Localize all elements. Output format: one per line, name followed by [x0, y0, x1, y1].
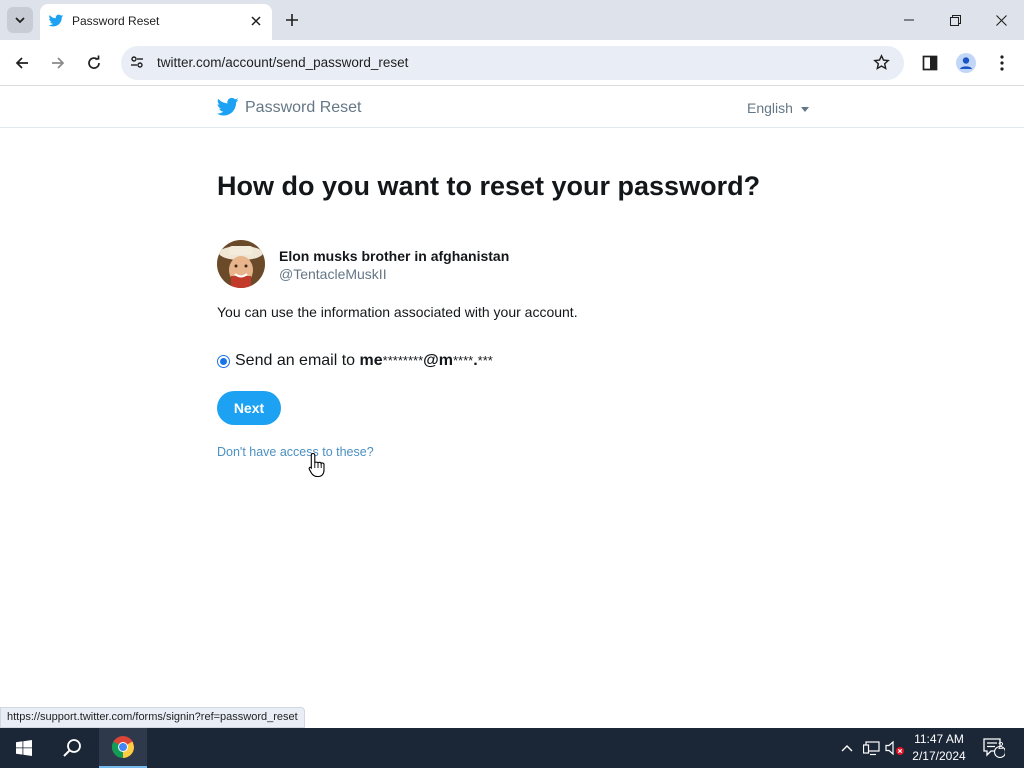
reload-icon [88, 55, 100, 69]
hand-cursor-icon [308, 452, 326, 483]
browser-toolbar: twitter.com/account/send_password_reset [0, 40, 1024, 86]
start-button[interactable] [0, 728, 48, 768]
close-tab-icon[interactable] [248, 13, 264, 29]
url-text: twitter.com/account/send_password_reset [157, 55, 409, 70]
minimize-icon [904, 19, 914, 21]
bookmark-star-icon[interactable] [873, 54, 890, 76]
search-icon [63, 739, 81, 757]
profile-avatar-icon [956, 53, 976, 73]
link-status-bubble: https://support.twitter.com/forms/signin… [0, 707, 305, 728]
site-header: Password Reset English [0, 87, 1024, 128]
windows-logo-icon [16, 740, 32, 756]
windows-taskbar: 11:47 AM 2/17/2024 2 [0, 728, 1024, 768]
active-tab[interactable]: Password Reset [40, 4, 272, 40]
close-window-button[interactable] [978, 0, 1024, 40]
clock[interactable]: 11:47 AM 2/17/2024 [903, 731, 975, 765]
forward-button[interactable] [46, 51, 70, 75]
account-display-name: Elon musks brother in afghanistan [279, 248, 510, 264]
taskbar-chrome-button[interactable] [99, 728, 147, 768]
tab-title: Password Reset [72, 14, 160, 28]
back-button[interactable] [10, 51, 34, 75]
profile-button[interactable] [954, 51, 978, 75]
twitter-logo-icon[interactable] [216, 97, 239, 122]
address-bar[interactable]: twitter.com/account/send_password_reset [121, 46, 904, 80]
page-title: How do you want to reset your password? [217, 171, 761, 201]
radio-selected-dot [220, 357, 227, 365]
email-radio[interactable] [217, 354, 230, 368]
restore-icon [949, 14, 961, 26]
tab-strip: Password Reset [0, 0, 1024, 40]
side-panel-icon [922, 55, 938, 71]
language-label: English [747, 100, 793, 116]
volume-muted-icon [885, 740, 904, 756]
side-panel-button[interactable] [918, 51, 942, 75]
more-vertical-icon [1000, 55, 1004, 71]
account-handle: @TentacleMuskII [279, 266, 387, 282]
clock-date: 2/17/2024 [912, 749, 966, 763]
caret-down-icon [800, 106, 809, 112]
header-title: Password Reset [245, 99, 362, 116]
avatar [217, 240, 265, 288]
clock-time: 11:47 AM [914, 732, 964, 746]
close-icon [995, 14, 1007, 26]
info-text: You can use the information associated w… [217, 304, 578, 320]
minimize-button[interactable] [886, 0, 932, 40]
new-tab-button[interactable] [282, 10, 302, 30]
next-button[interactable]: Next [217, 391, 281, 425]
network-button[interactable] [861, 728, 881, 768]
email-option-label: Send an email to me********@m****.*** [235, 352, 493, 369]
tab-search-button[interactable] [7, 7, 33, 33]
notification-count: 2 [998, 741, 1004, 752]
language-selector[interactable]: English [747, 100, 809, 116]
arrow-left-icon [15, 57, 28, 69]
menu-button[interactable] [990, 51, 1014, 75]
search-button[interactable] [48, 728, 96, 768]
plus-icon [286, 14, 298, 26]
tray-overflow-button[interactable] [838, 728, 856, 768]
restore-button[interactable] [932, 0, 978, 40]
notifications-button[interactable]: 2 [978, 728, 1010, 768]
email-option[interactable]: Send an email to me********@m****.*** [217, 352, 493, 370]
chevron-down-icon [15, 17, 25, 24]
twitter-bird-icon [48, 13, 64, 34]
chevron-up-icon [841, 745, 853, 752]
site-settings-icon[interactable] [129, 54, 145, 75]
chrome-icon [112, 736, 134, 758]
reload-button[interactable] [82, 51, 106, 75]
no-access-link[interactable]: Don't have access to these? [217, 445, 374, 459]
arrow-right-icon [52, 57, 65, 69]
network-icon [862, 740, 880, 755]
